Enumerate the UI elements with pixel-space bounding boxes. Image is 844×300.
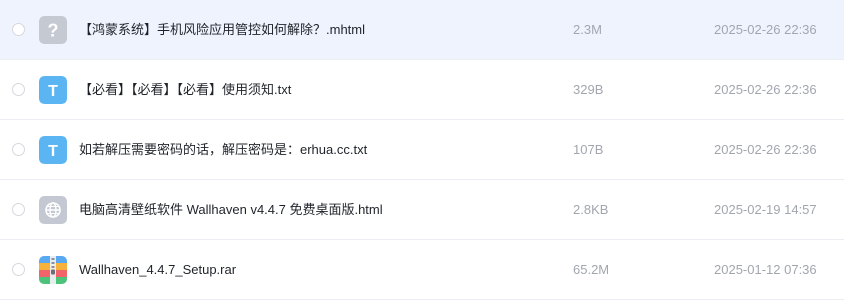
row-checkbox[interactable] <box>12 263 25 276</box>
file-row[interactable]: 电脑高清壁纸软件 Wallhaven v4.4.7 免费桌面版.html 2.8… <box>0 180 844 240</box>
svg-text:T: T <box>48 143 58 160</box>
file-row[interactable]: Wallhaven_4.4.7_Setup.rar 65.2M 2025-01-… <box>0 240 844 300</box>
file-date: 2025-02-19 14:57 <box>714 202 817 217</box>
file-size: 329B <box>573 82 604 97</box>
file-size: 65.2M <box>573 262 610 277</box>
text-file-icon: T <box>39 136 67 164</box>
row-checkbox[interactable] <box>12 83 25 96</box>
file-name: 【鸿蒙系统】手机风险应用管控如何解除？.mhtml <box>79 22 366 37</box>
file-name: 如若解压需要密码的话，解压密码是：erhua.cc.txt <box>79 142 368 157</box>
file-size: 2.8KB <box>573 202 609 217</box>
file-date: 2025-02-26 22:36 <box>714 82 817 97</box>
row-checkbox[interactable] <box>12 23 25 36</box>
file-name: Wallhaven_4.4.7_Setup.rar <box>79 262 237 277</box>
svg-text:T: T <box>48 83 58 100</box>
file-size: 2.3M <box>573 22 602 37</box>
file-name: 电脑高清壁纸软件 Wallhaven v4.4.7 免费桌面版.html <box>79 202 383 217</box>
row-checkbox[interactable] <box>12 143 25 156</box>
file-size: 107B <box>573 142 604 157</box>
file-date: 2025-02-26 22:36 <box>714 142 817 157</box>
file-row[interactable]: T 【必看】【必看】【必看】使用须知.txt 329B 2025-02-26 2… <box>0 60 844 120</box>
text-file-icon: T <box>39 76 67 104</box>
file-date: 2025-01-12 07:36 <box>714 262 817 277</box>
row-checkbox[interactable] <box>12 203 25 216</box>
file-list: ? 【鸿蒙系统】手机风险应用管控如何解除？.mhtml 2.3M 2025-02… <box>0 0 844 300</box>
file-row[interactable]: T 如若解压需要密码的话，解压密码是：erhua.cc.txt 107B 202… <box>0 120 844 180</box>
svg-text:?: ? <box>48 21 59 41</box>
file-row[interactable]: ? 【鸿蒙系统】手机风险应用管控如何解除？.mhtml 2.3M 2025-02… <box>0 0 844 60</box>
unknown-file-icon: ? <box>39 16 67 44</box>
file-name: 【必看】【必看】【必看】使用须知.txt <box>79 82 292 97</box>
file-date: 2025-02-26 22:36 <box>714 22 817 37</box>
web-file-icon <box>39 196 67 224</box>
archive-file-icon <box>39 256 67 284</box>
